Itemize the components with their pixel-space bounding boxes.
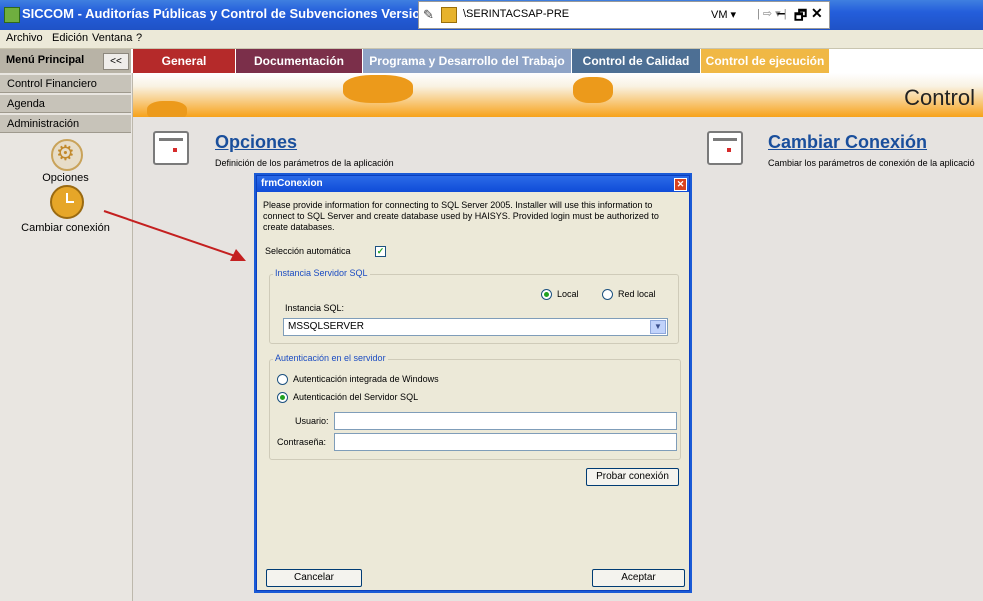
sidebar-title: Menú Principal [6, 54, 85, 66]
menu-help[interactable]: ? [136, 32, 142, 44]
dialog-title-bar: frmConexion ✕ [257, 176, 689, 192]
minimize-button[interactable]: – [777, 5, 785, 22]
instance-select[interactable]: MSSQLSERVER ▼ [283, 318, 668, 336]
radio-local[interactable] [541, 289, 552, 300]
dialog-close-button[interactable]: ✕ [674, 178, 687, 191]
menu-edicion[interactable]: Edición [52, 32, 88, 44]
password-input[interactable] [334, 433, 677, 451]
accept-button[interactable]: Aceptar [592, 569, 685, 587]
chevron-down-icon[interactable]: ▼ [650, 320, 666, 334]
auth-group-label: Autenticación en el servidor [273, 353, 388, 363]
dialog-title: frmConexion [261, 178, 323, 189]
remote-session-strip: ✎ \SERINTACSAP-PRE VM ▾ | ⇨ ▾ | – 🗗 ✕ [418, 1, 830, 29]
app-icon [4, 7, 20, 23]
map-shape [343, 75, 413, 103]
sidebar-option-opciones[interactable]: Opciones [0, 172, 131, 184]
auto-select-label: Selección automática [265, 246, 351, 256]
radio-red-local[interactable] [602, 289, 613, 300]
sidebar-section-agenda[interactable]: Agenda [0, 95, 131, 113]
banner-title: Control [904, 85, 975, 110]
radio-sql-auth[interactable] [277, 392, 288, 403]
sidebar-section-control-financiero[interactable]: Control Financiero [0, 75, 131, 93]
map-shape [147, 101, 187, 117]
change-connection-card-icon[interactable] [707, 131, 743, 165]
sidebar: Control Financiero Agenda Administración… [0, 73, 133, 601]
window-title: SICCOM - Auditorías Públicas y Control d… [22, 6, 484, 21]
radio-red-local-label: Red local [618, 289, 656, 299]
clock-icon[interactable] [50, 185, 84, 219]
folder-icon[interactable] [441, 7, 457, 23]
tab-control-ejecucion[interactable]: Control de ejecución [701, 49, 829, 73]
options-card-description: Definición de los parámetros de la aplic… [215, 158, 394, 168]
menu-bar: Archivo Edición Ventana ? [0, 30, 983, 49]
sidebar-header: Menú Principal << [0, 49, 131, 74]
instance-select-value: MSSQLSERVER [288, 321, 364, 332]
tab-documentacion[interactable]: Documentación [236, 49, 362, 73]
radio-sql-auth-label: Autenticación del Servidor SQL [293, 392, 419, 402]
user-label: Usuario: [295, 416, 329, 426]
change-connection-card-description: Cambiar los parámetros de conexión de la… [768, 158, 975, 168]
gear-icon[interactable] [51, 139, 83, 171]
pin-icon[interactable]: ✎ [423, 7, 434, 23]
options-card-icon[interactable] [153, 131, 189, 165]
instance-label: Instancia SQL: [285, 303, 345, 313]
vm-dropdown[interactable]: VM ▾ [711, 8, 736, 21]
collapse-sidebar-button[interactable]: << [103, 53, 129, 70]
instance-group-label: Instancia Servidor SQL [273, 268, 370, 278]
tab-programa[interactable]: Programa y Desarrollo del Trabajo [363, 49, 571, 73]
sidebar-section-administracion[interactable]: Administración [0, 115, 131, 133]
annotation-arrow [103, 210, 246, 261]
radio-windows-auth[interactable] [277, 374, 288, 385]
banner: Control [133, 73, 983, 117]
dialog-intro: Please provide information for connectin… [263, 200, 659, 232]
test-connection-button[interactable]: Probar conexión [586, 468, 679, 486]
tab-control-calidad[interactable]: Control de Calidad [572, 49, 700, 73]
tab-general[interactable]: General [133, 49, 235, 73]
cancel-button[interactable]: Cancelar [266, 569, 362, 587]
menu-archivo[interactable]: Archivo [6, 32, 43, 44]
radio-windows-auth-label: Autenticación integrada de Windows [293, 374, 439, 384]
password-label: Contraseña: [277, 437, 327, 447]
auto-select-checkbox[interactable]: ✓ [375, 246, 386, 257]
user-input[interactable] [334, 412, 677, 430]
title-bar: SICCOM - Auditorías Públicas y Control d… [0, 0, 983, 30]
close-button[interactable]: ✕ [811, 5, 823, 22]
connection-dialog: frmConexion ✕ Please provide information… [256, 175, 690, 591]
session-path: \SERINTACSAP-PRE [463, 8, 570, 20]
options-card-title[interactable]: Opciones [215, 132, 297, 153]
map-shape [573, 77, 613, 103]
change-connection-card-title[interactable]: Cambiar Conexión [768, 132, 927, 153]
radio-local-label: Local [557, 289, 579, 299]
maximize-button[interactable]: 🗗 [794, 5, 807, 29]
menu-ventana[interactable]: Ventana [92, 32, 132, 44]
